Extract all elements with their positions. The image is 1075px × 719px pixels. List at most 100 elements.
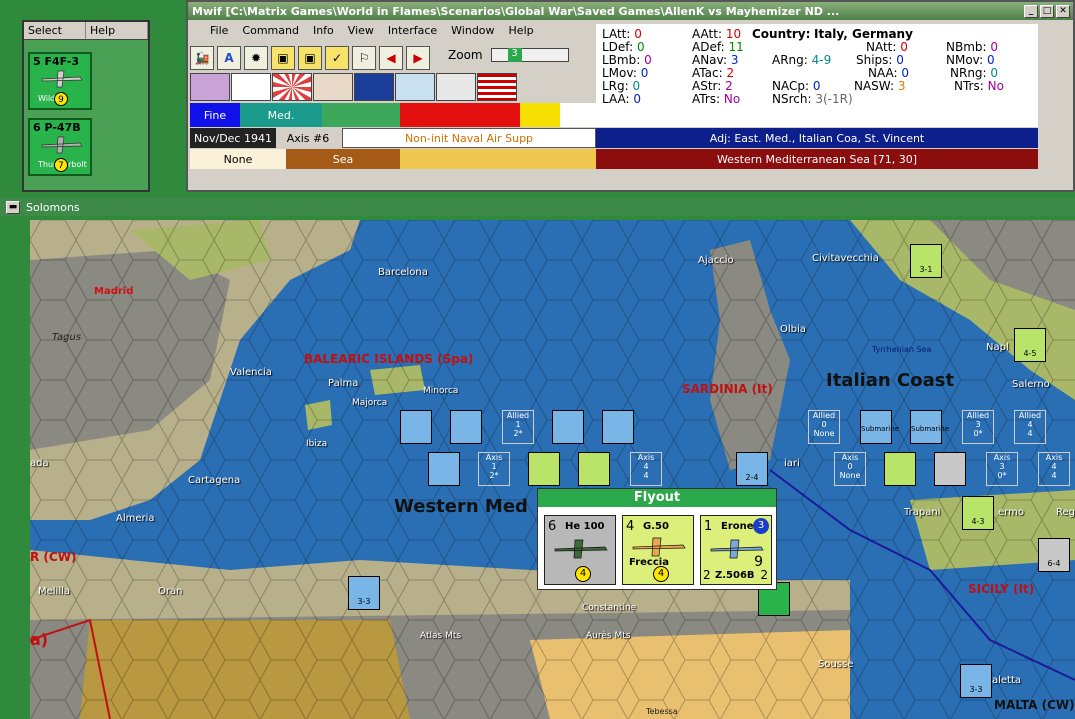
- hq-counter[interactable]: 2-4: [736, 452, 768, 486]
- city-label: Tyrrhenian Sea: [872, 345, 932, 354]
- unit-counter[interactable]: [428, 452, 460, 486]
- unit-counter[interactable]: [528, 452, 560, 486]
- menu-view[interactable]: View: [348, 24, 374, 42]
- flag-icon[interactable]: [313, 73, 353, 101]
- date-display: Nov/Dec 1941: [190, 128, 276, 148]
- train-icon[interactable]: 🚂: [190, 46, 214, 70]
- flag-icon[interactable]: [231, 73, 271, 101]
- axis-counter[interactable]: Axis 4 4: [1038, 452, 1070, 486]
- allied-counter[interactable]: Allied 0 None: [808, 410, 840, 444]
- menu-info[interactable]: Info: [313, 24, 334, 42]
- stat-ldef: 0: [636, 40, 645, 54]
- flag-icon[interactable]: [477, 73, 517, 101]
- stat-naa: 0: [901, 66, 910, 80]
- map-window: ▬ Solomons BALEARIC ISLANDS (Spa) SARDIN…: [0, 198, 1075, 719]
- hq-counter[interactable]: 3-3: [960, 664, 992, 698]
- arrow-right-icon[interactable]: ▶: [406, 46, 430, 70]
- tab-help[interactable]: Help: [86, 22, 148, 39]
- city-label: Valencia: [230, 367, 272, 378]
- flag-icon[interactable]: [190, 73, 230, 101]
- zoom-control: Zoom 3: [448, 48, 569, 62]
- select-panel: Select Help 5 F4F-3 Wildcat 9 6 P-47B Th…: [22, 20, 150, 192]
- flag-icon[interactable]: [354, 73, 394, 101]
- flyout-card-erone[interactable]: 1 Erone 3 9 2 Z.506B 2: [700, 515, 772, 585]
- flyout-card-g50[interactable]: 4 G.50 Freccia 4: [622, 515, 694, 585]
- axis-counter[interactable]: Axis 1 2*: [478, 452, 510, 486]
- arrow-left-icon[interactable]: ◀: [379, 46, 403, 70]
- unit-counter[interactable]: [602, 410, 634, 444]
- hq-counter[interactable]: 3-1: [910, 244, 942, 278]
- submarine-counter[interactable]: Submarine: [860, 410, 899, 444]
- flyout-card-he100[interactable]: 6 He 100 4: [544, 515, 616, 585]
- city-label: Tagus: [52, 332, 82, 343]
- plane-icon: [632, 537, 686, 557]
- hq-counter[interactable]: 4-5: [1014, 328, 1046, 362]
- maximize-icon[interactable]: □: [1040, 4, 1054, 18]
- city-label: Salerno: [1012, 379, 1050, 390]
- allied-counter[interactable]: Allied 4 4: [1014, 410, 1046, 444]
- axis-counter[interactable]: Axis 3 0*: [986, 452, 1018, 486]
- window-menu-icon[interactable]: ▬: [6, 200, 20, 214]
- city-label: Melilla: [38, 586, 71, 597]
- minimize-icon[interactable]: _: [1024, 4, 1038, 18]
- font-icon[interactable]: A: [217, 46, 241, 70]
- check-icon[interactable]: ✓: [325, 46, 349, 70]
- city-label: Sousse: [818, 659, 854, 670]
- unit-counter[interactable]: [578, 452, 610, 486]
- menu-help[interactable]: Help: [509, 24, 534, 42]
- sea-label: Italian Coast: [826, 370, 955, 391]
- unit-value: 7: [54, 158, 68, 172]
- badge: 3: [753, 518, 769, 534]
- stat-astr: 2: [725, 79, 733, 93]
- gear-icon[interactable]: ✹: [244, 46, 268, 70]
- flyout-panel: Flyout 6 He 100 4 4 G.50 Freccia 4 1 Ero…: [537, 488, 777, 590]
- unit-counter[interactable]: [934, 452, 966, 486]
- city-label: Barcelona: [378, 267, 428, 278]
- city-label: a): [30, 630, 49, 649]
- city-label: iari: [784, 458, 800, 469]
- flag-icon[interactable]: ⚐: [352, 46, 376, 70]
- city-label: Atlas Mts: [420, 631, 462, 641]
- unit-card-wildcat[interactable]: 5 F4F-3 Wildcat 9: [28, 52, 92, 110]
- map-window-title-bar[interactable]: ▬ Solomons: [0, 198, 1075, 216]
- stat-ships: 0: [896, 53, 904, 67]
- flag-icon[interactable]: [272, 73, 312, 101]
- game-map[interactable]: BALEARIC ISLANDS (Spa) SARDINIA (It) SIC…: [30, 220, 1075, 719]
- weather-band: [400, 103, 520, 127]
- menu-window[interactable]: Window: [451, 24, 494, 42]
- hq-counter[interactable]: 6-4: [1038, 538, 1070, 572]
- unit-counter[interactable]: [884, 452, 916, 486]
- stat-aatt: 10: [725, 27, 742, 41]
- stat-nrng: 0: [990, 66, 999, 80]
- city-label: Palma: [328, 378, 359, 389]
- unit-value: 9: [54, 92, 68, 106]
- disk-icon[interactable]: ▣: [271, 46, 295, 70]
- flag-icon[interactable]: [395, 73, 435, 101]
- submarine-counter[interactable]: Submarine: [910, 410, 949, 444]
- stat-latt: 0: [634, 27, 642, 41]
- flag-icon[interactable]: [436, 73, 476, 101]
- unit-counter[interactable]: [450, 410, 482, 444]
- menu-file[interactable]: File: [210, 24, 228, 42]
- main-window-title-bar[interactable]: Mwif [C:\Matrix Games\World in Flames\Sc…: [188, 2, 1073, 20]
- allied-counter[interactable]: Allied 3 0*: [962, 410, 994, 444]
- unit-counter[interactable]: [552, 410, 584, 444]
- stat-lmov: 0: [640, 66, 649, 80]
- axis-counter[interactable]: Axis 4 4: [630, 452, 662, 486]
- region-label: R (CW): [30, 550, 77, 564]
- hq-counter[interactable]: 4-3: [962, 496, 994, 530]
- save-icon[interactable]: ▣: [298, 46, 322, 70]
- tab-select[interactable]: Select: [24, 22, 86, 39]
- menu-bar: File Command Info View Interface Window …: [190, 24, 534, 42]
- axis-counter[interactable]: Axis 0 None: [834, 452, 866, 486]
- menu-command[interactable]: Command: [242, 24, 299, 42]
- close-icon[interactable]: ✕: [1056, 4, 1070, 18]
- unit-counter[interactable]: [400, 410, 432, 444]
- menu-interface[interactable]: Interface: [388, 24, 437, 42]
- city-label: Minorca: [423, 386, 459, 396]
- zoom-slider[interactable]: 3: [490, 48, 569, 62]
- allied-counter[interactable]: Allied 1 2*: [502, 410, 534, 444]
- hq-counter[interactable]: 3-3: [348, 576, 380, 610]
- unit-card-thunderbolt[interactable]: 6 P-47B Thunderbolt 7: [28, 118, 92, 176]
- stat-lbmb: 0: [644, 53, 652, 67]
